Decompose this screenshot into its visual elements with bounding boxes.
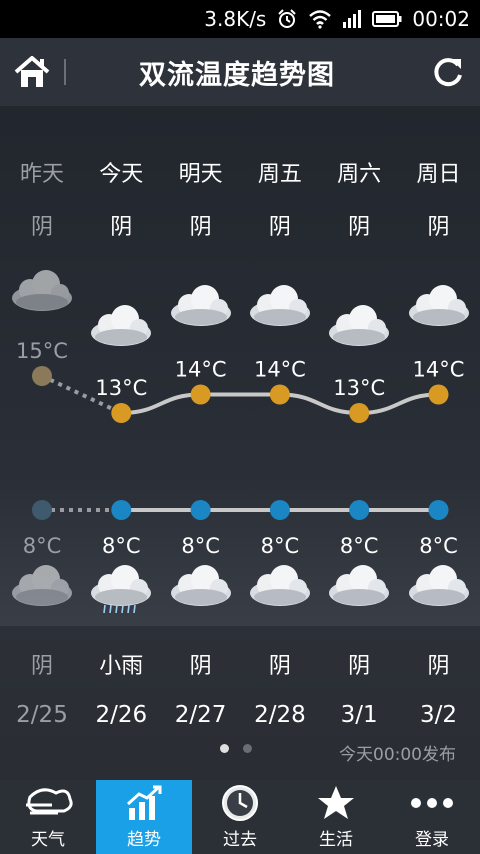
tab-login[interactable]: 登录	[384, 780, 480, 854]
high-temp-label: 14°C	[254, 358, 306, 382]
signal-icon	[342, 9, 362, 29]
more-dots-icon	[410, 781, 454, 825]
low-temp-label: 8°C	[340, 534, 379, 558]
trend-panel: 昨天阴阴 2/25 今天阴小雨 2/26 明天阴阴 2/27 周五阴阴 2/28 周六阴阴 3/1…	[0, 106, 480, 780]
refresh-icon	[434, 58, 462, 87]
tab-history[interactable]: 过去	[192, 780, 288, 854]
low-temp-point	[32, 500, 52, 520]
page-dot-2[interactable]	[243, 744, 252, 753]
high-temp-label: 14°C	[175, 358, 227, 382]
tab-label: 登录	[415, 830, 449, 850]
tab-label: 过去	[223, 830, 257, 850]
home-icon	[14, 56, 50, 87]
low-temp-point	[428, 500, 449, 520]
tab-label: 趋势	[127, 830, 161, 850]
low-temp-label: 8°C	[181, 534, 220, 558]
weather-logo-icon	[22, 781, 74, 825]
network-speed: 3.8K/s	[204, 7, 267, 31]
high-temp-label: 15°C	[16, 339, 68, 363]
high-temp-point	[349, 403, 370, 423]
wifi-icon	[308, 9, 332, 29]
bottom-tab-bar: 天气 趋势 过去 生活 登录	[0, 780, 480, 854]
tab-label: 生活	[319, 830, 353, 850]
page-dot-1[interactable]	[220, 744, 229, 753]
low-temp-label: 8°C	[419, 534, 458, 558]
high-temp-point	[269, 384, 290, 405]
low-temp-point	[111, 500, 132, 520]
alarm-icon	[276, 8, 298, 30]
home-button[interactable]	[0, 38, 64, 106]
tab-weather[interactable]: 天气	[0, 780, 96, 854]
low-temp-point	[349, 500, 370, 520]
clock-icon	[220, 781, 260, 825]
high-temp-point	[428, 384, 449, 405]
refresh-button[interactable]	[416, 38, 480, 106]
battery-icon	[372, 10, 402, 28]
page-title: 双流温度趋势图	[139, 59, 335, 91]
high-temp-point	[32, 366, 52, 386]
tab-life[interactable]: 生活	[288, 780, 384, 854]
status-time: 00:02	[412, 7, 470, 31]
high-temp-label: 13°C	[95, 376, 147, 400]
star-icon	[317, 781, 355, 825]
status-bar: 3.8K/s 00:02	[0, 0, 480, 38]
tab-label: 天气	[31, 830, 65, 850]
low-temp-point	[269, 500, 290, 520]
page-indicator	[220, 744, 252, 753]
temperature-trend-chart: 15°C 13°C 14°C 14°C 13°C 14°C 8°C 8°C 8°C 8°C 8°C 8…	[16, 339, 465, 558]
high-temp-label: 13°C	[333, 376, 385, 400]
low-temp-label: 8°C	[102, 534, 141, 558]
high-temp-point	[190, 384, 211, 405]
trend-chart-icon	[125, 781, 163, 825]
low-temp-label: 8°C	[261, 534, 300, 558]
app-header: 双流温度趋势图	[0, 38, 480, 106]
high-temp-point	[111, 403, 132, 423]
publish-time: 今天00:00发布	[339, 745, 456, 765]
low-temp-point	[190, 500, 211, 520]
tab-trend[interactable]: 趋势	[96, 780, 192, 854]
high-temp-label: 14°C	[413, 358, 465, 382]
low-temp-label: 8°C	[23, 534, 62, 558]
